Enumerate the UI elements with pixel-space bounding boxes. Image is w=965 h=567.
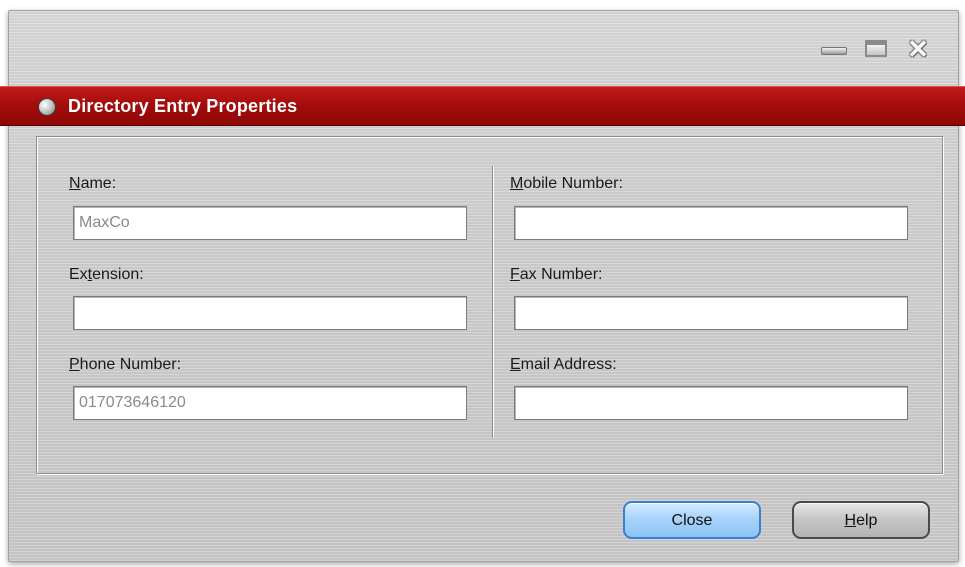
extension-field[interactable] <box>73 296 467 330</box>
mobile-label: Mobile Number: <box>510 175 623 192</box>
fax-field[interactable] <box>514 296 908 330</box>
window-controls: ✕ <box>821 36 931 62</box>
name-field[interactable]: MaxCo <box>73 206 467 240</box>
title-bar: Directory Entry Properties <box>0 86 965 126</box>
fax-label: Fax Number: <box>510 266 603 283</box>
name-label: Name: <box>69 175 117 192</box>
email-label: Email Address: <box>510 356 617 373</box>
email-field[interactable] <box>514 386 908 420</box>
help-button[interactable]: Help <box>792 501 930 539</box>
minimize-icon[interactable] <box>821 39 847 59</box>
phone-field[interactable]: 017073646120 <box>73 386 467 420</box>
close-button[interactable]: Close <box>623 501 761 539</box>
maximize-icon[interactable] <box>863 39 889 59</box>
phone-label: Phone Number: <box>69 356 182 373</box>
status-dot-icon <box>38 98 56 116</box>
mobile-field[interactable] <box>514 206 908 240</box>
close-icon[interactable]: ✕ <box>905 36 931 62</box>
extension-label: Extension: <box>69 266 144 283</box>
dialog-title: Directory Entry Properties <box>68 96 298 116</box>
column-divider <box>492 166 494 438</box>
